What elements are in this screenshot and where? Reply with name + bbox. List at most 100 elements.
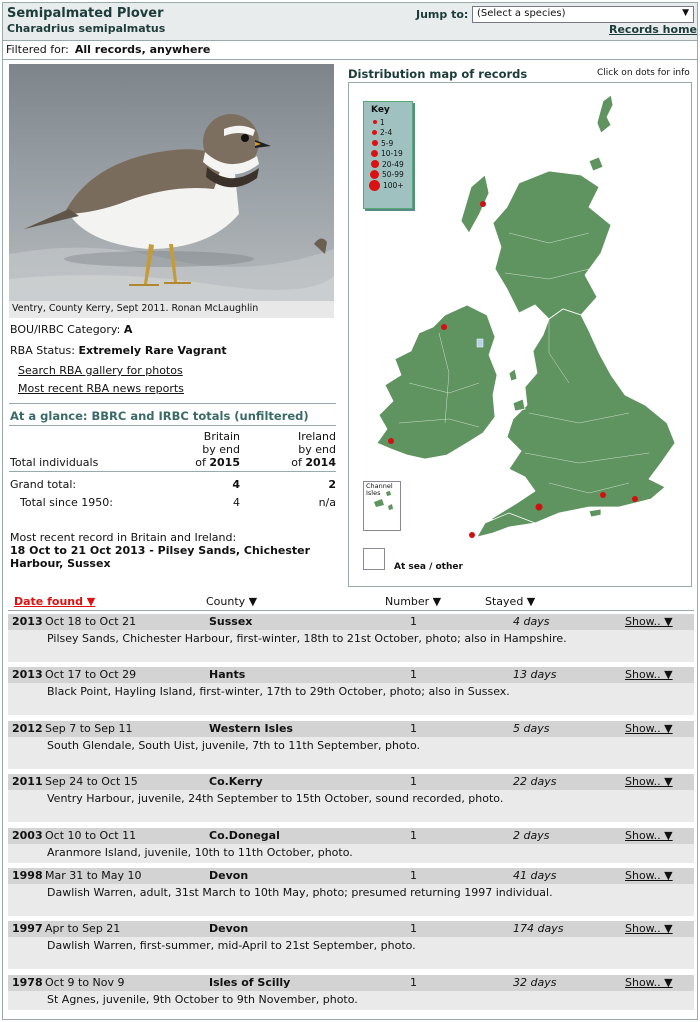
map-dot-kerry[interactable] (388, 438, 394, 444)
sort-date-found[interactable]: Date found ▼ (14, 595, 95, 608)
legend-label: 100+ (383, 180, 404, 190)
filter-label: Filtered for: (6, 43, 69, 56)
record-county: Hants (209, 668, 246, 681)
record-description: Aranmore Island, juvenile, 10th to 11th … (8, 844, 694, 863)
legend-label: 50-99 (382, 170, 404, 180)
legend-dot-icon (372, 140, 378, 147)
species-select[interactable]: (Select a species) ▼ (472, 6, 694, 23)
legend-row: 100+ (364, 179, 412, 191)
record-stayed: 5 days (513, 722, 550, 735)
britain-head-2: by end (202, 443, 240, 456)
record-year: 2013 (12, 615, 43, 628)
record-county: Co.Donegal (209, 829, 280, 842)
record-show-button[interactable]: Show.. ▼ (625, 869, 673, 882)
records-home-link[interactable]: Records home (609, 23, 697, 36)
record-year: 1978 (12, 976, 43, 989)
sort-county[interactable]: County ▼ (206, 595, 257, 608)
map-legend: Key 1 2-4 5-9 10-19 20-49 50-99 100+ (363, 101, 413, 209)
record-dates: Mar 31 to May 10 (45, 869, 142, 882)
legend-dot-icon (372, 130, 377, 136)
rba-status-value: Extremely Rare Vagrant (78, 344, 227, 357)
legend-dot-icon (369, 179, 380, 191)
record-stayed: 41 days (513, 869, 557, 882)
most-recent-value: 18 Oct to 21 Oct 2013 - Pilsey Sands, Ch… (10, 544, 311, 570)
divider (8, 610, 694, 611)
legend-row: 50-99 (364, 170, 412, 181)
record-description: Dawlish Warren, adult, 31st March to 10t… (8, 884, 694, 916)
record-show-button[interactable]: Show.. ▼ (625, 722, 673, 735)
news-link[interactable]: Most recent RBA news reports (18, 382, 184, 395)
since-1950-ireland: n/a (318, 496, 336, 509)
channel-isles-svg (374, 491, 393, 510)
category-line: BOU/IRBC Category: A (10, 323, 132, 336)
map-dot-scilly[interactable] (469, 532, 475, 538)
rba-status-line: RBA Status: Extremely Rare Vagrant (10, 344, 227, 357)
chevron-down-icon: ▼ (682, 8, 689, 18)
britain-head-of: of (195, 456, 206, 469)
record-dates: Oct 17 to Oct 29 (45, 668, 137, 681)
legend-label: 2-4 (380, 128, 393, 138)
species-header: Semipalmated Plover Charadrius semipalma… (3, 3, 697, 41)
channel-isles-inset: Channel Isles (363, 481, 401, 531)
record-dates: Oct 10 to Oct 11 (45, 829, 137, 842)
record-number: 1 (410, 922, 417, 935)
sort-stayed[interactable]: Stayed ▼ (485, 595, 535, 608)
record-county: Devon (209, 869, 249, 882)
record-dates: Sep 24 to Oct 15 (45, 775, 138, 788)
record-row: 2012 Sep 7 to Sep 11 Western Isles 1 5 days S… (8, 721, 694, 737)
record-row: 2013 Oct 17 to Oct 29 Hants 1 13 days Show.. … (8, 667, 694, 683)
at-sea-label: At sea / other (394, 562, 463, 572)
record-show-button[interactable]: Show.. ▼ (625, 976, 673, 989)
species-select-value: (Select a species) (477, 8, 566, 19)
photo-caption: Ventry, County Kerry, Sept 2011. Ronan M… (9, 301, 334, 318)
scientific-name: Charadrius semipalmatus (7, 22, 166, 35)
record-row: 2003 Oct 10 to Oct 11 Co.Donegal 1 2 days Sho… (8, 828, 694, 844)
record-description: Ventry Harbour, juvenile, 24th September… (8, 790, 694, 822)
legend-title: Key (371, 105, 390, 115)
record-show-button[interactable]: Show.. ▼ (625, 615, 673, 628)
map-dot-hants[interactable] (600, 492, 606, 498)
divider (3, 59, 697, 60)
record-show-button[interactable]: Show.. ▼ (625, 829, 673, 842)
legend-row: 2-4 (364, 128, 412, 139)
record-dates: Oct 9 to Nov 9 (45, 976, 125, 989)
record-year: 2012 (12, 722, 43, 735)
britain-head-1: Britain (203, 430, 240, 443)
map-dot-sussex[interactable] (632, 496, 638, 502)
map-dot-western-isles[interactable] (480, 201, 486, 207)
legend-row: 20-49 (364, 159, 412, 170)
record-show-button[interactable]: Show.. ▼ (625, 922, 673, 935)
gallery-link[interactable]: Search RBA gallery for photos (18, 364, 183, 377)
category-label: BOU/IRBC Category: (10, 323, 121, 336)
record-show-button[interactable]: Show.. ▼ (625, 775, 673, 788)
most-recent-label: Most recent record in Britain and Irelan… (10, 531, 237, 544)
legend-row: 1 (364, 117, 412, 128)
since-1950-britain: 4 (233, 496, 240, 509)
legend-label: 10-19 (381, 149, 403, 159)
most-recent-record: Most recent record in Britain and Irelan… (10, 531, 330, 570)
since-1950-label: Total since 1950: (20, 496, 113, 509)
record-county: Co.Kerry (209, 775, 263, 788)
species-photo[interactable] (9, 64, 334, 301)
legend-dot-icon (370, 170, 379, 180)
record-row: 1998 Mar 31 to May 10 Devon 1 41 days Show.. … (8, 868, 694, 884)
glance-title: At a glance: BBRC and IRBC totals (unfil… (10, 409, 309, 423)
jump-label: Jump to: (416, 8, 469, 21)
record-year: 1998 (12, 869, 43, 882)
record-stayed: 32 days (513, 976, 557, 989)
record-stayed: 13 days (513, 668, 557, 681)
grand-total-britain: 4 (232, 478, 240, 491)
grand-total-label: Grand total: (10, 478, 77, 491)
ireland-head-3: of 2014 (276, 456, 336, 469)
record-county: Western Isles (209, 722, 293, 735)
ireland-year: 2014 (305, 456, 336, 469)
ireland-shape (376, 304, 498, 460)
record-description: St Agnes, juvenile, 9th October to 9th N… (8, 991, 694, 1010)
legend-row: 10-19 (364, 149, 412, 160)
map-dot-devon[interactable] (535, 503, 543, 511)
record-dates: Oct 18 to Oct 21 (45, 615, 137, 628)
record-show-button[interactable]: Show.. ▼ (625, 668, 673, 681)
category-value: A (123, 323, 133, 336)
map-dot-donegal[interactable] (441, 324, 447, 330)
sort-number[interactable]: Number ▼ (385, 595, 441, 608)
